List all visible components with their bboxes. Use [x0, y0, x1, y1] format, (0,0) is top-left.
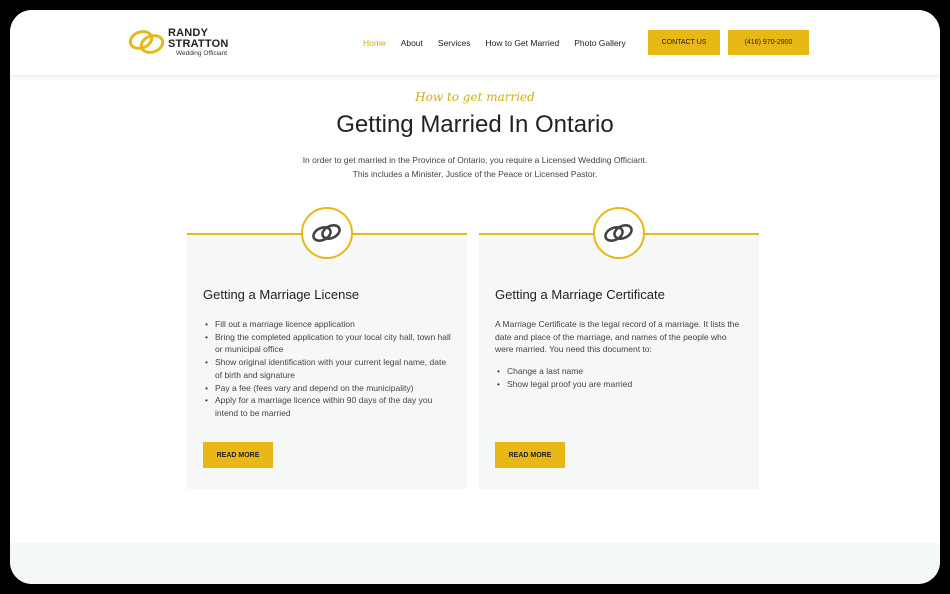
- list-item: Bring the completed application to your …: [203, 331, 453, 356]
- section-eyebrow: How to get married: [415, 90, 535, 104]
- nav-how-to-get-married[interactable]: How to Get Married: [486, 38, 560, 48]
- wedding-rings-icon: [593, 207, 645, 259]
- nav-about[interactable]: About: [401, 38, 423, 48]
- site-header: RANDY STRATTON Wedding Officiant Home Ab…: [10, 10, 940, 76]
- footer-band: [10, 543, 940, 584]
- list-item: Show original identification with your c…: [203, 356, 453, 381]
- nav-home[interactable]: Home: [363, 38, 386, 48]
- marriage-license-card: Getting a Marriage License Fill out a ma…: [187, 207, 467, 489]
- nav-photo-gallery[interactable]: Photo Gallery: [574, 38, 626, 48]
- read-more-button[interactable]: READ MORE: [203, 442, 273, 468]
- read-more-button[interactable]: READ MORE: [495, 442, 565, 468]
- logo-tagline: Wedding Officiant: [176, 50, 228, 57]
- certificate-uses-list: Change a last name Show legal proof you …: [495, 365, 745, 390]
- contact-us-button[interactable]: CONTACT US: [648, 30, 720, 55]
- marriage-certificate-card: Getting a Marriage Certificate A Marriag…: [479, 207, 759, 489]
- card-body: Fill out a marriage licence application …: [203, 318, 453, 420]
- logo-name: RANDY STRATTON: [168, 28, 228, 50]
- list-item: Pay a fee (fees vary and depend on the m…: [203, 382, 453, 395]
- intro-text: In order to get married in the Province …: [10, 153, 940, 181]
- card-body: A Marriage Certificate is the legal reco…: [495, 318, 745, 391]
- main-nav: Home About Services How to Get Married P…: [363, 38, 641, 48]
- intro-line-1: In order to get married in the Province …: [302, 155, 648, 165]
- list-item: Apply for a marriage licence within 90 d…: [203, 394, 453, 419]
- list-item: Show legal proof you are married: [495, 378, 745, 391]
- card-paragraph: A Marriage Certificate is the legal reco…: [495, 319, 740, 355]
- list-item: Fill out a marriage licence application: [203, 318, 453, 331]
- logo-line-2: STRATTON: [168, 38, 229, 50]
- logo-rings-icon: [128, 30, 165, 54]
- license-steps-list: Fill out a marriage licence application …: [203, 318, 453, 420]
- logo[interactable]: RANDY STRATTON Wedding Officiant: [128, 25, 238, 61]
- phone-button[interactable]: (416) 970-2900: [728, 30, 809, 55]
- wedding-rings-icon: [301, 207, 353, 259]
- browser-frame: RANDY STRATTON Wedding Officiant Home Ab…: [10, 10, 940, 584]
- card-title: Getting a Marriage License: [203, 287, 360, 302]
- page-title: Getting Married In Ontario: [336, 111, 614, 138]
- card-title: Getting a Marriage Certificate: [495, 287, 665, 302]
- intro-line-2: This includes a Minister, Justice of the…: [352, 169, 598, 179]
- nav-services[interactable]: Services: [438, 38, 471, 48]
- list-item: Change a last name: [495, 365, 745, 378]
